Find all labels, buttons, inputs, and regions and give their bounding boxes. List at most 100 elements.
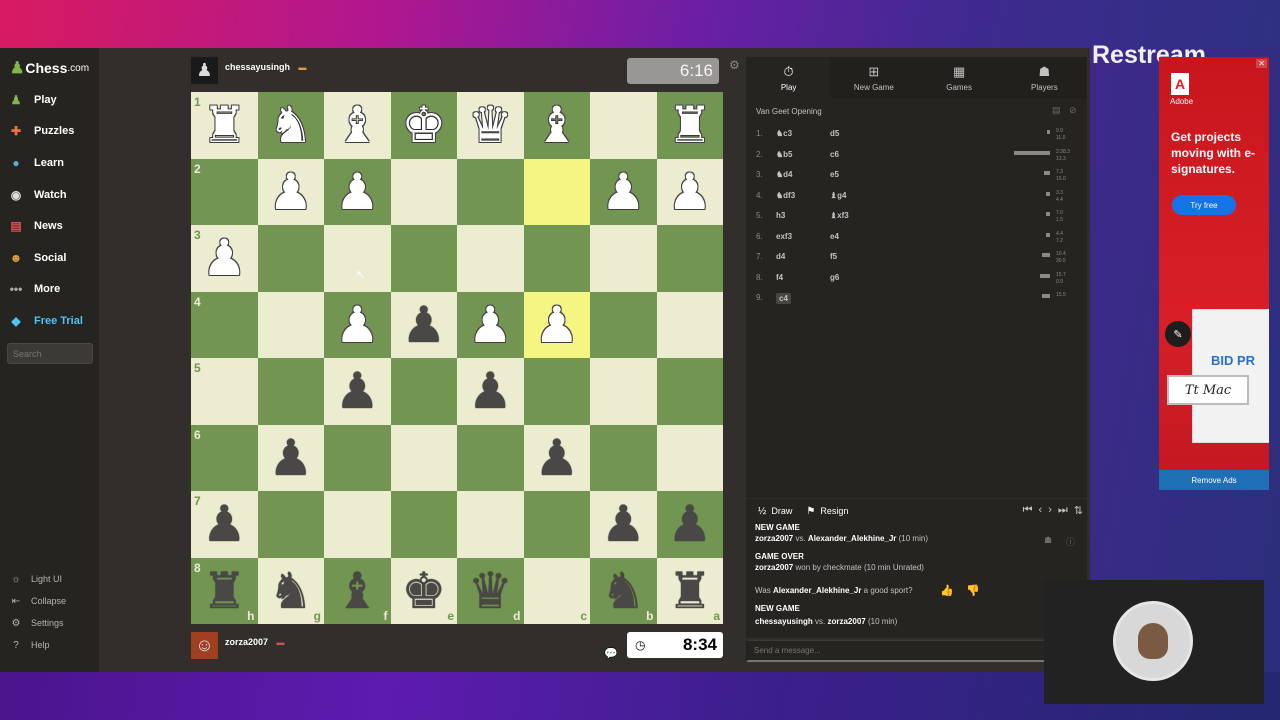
board-square[interactable] [523,358,590,425]
board-square[interactable]: 2 [191,158,258,225]
thumbs-up-icon[interactable]: 👍 [940,584,954,597]
white-pawn-icon[interactable]: ♟ [468,300,513,350]
black-move[interactable]: d5 [830,129,839,138]
board-square[interactable]: ♟ [457,291,524,358]
ad-try-free-button[interactable]: Try free [1172,195,1236,215]
board-square[interactable] [457,158,524,225]
top-player-name[interactable]: chessayusingh [225,62,290,72]
white-move[interactable]: exf3 [776,232,792,241]
black-knight-icon[interactable]: ♞ [268,566,313,616]
white-move[interactable]: ♞b5 [776,150,793,159]
sidebar-item-social[interactable]: ☻ Social [8,249,67,267]
thumbs-down-icon[interactable]: 👎 [966,584,980,597]
black-pawn-icon[interactable]: ♟ [268,433,313,483]
sidebar-item-puzzles[interactable]: ✚ Puzzles [8,122,74,140]
board-square[interactable] [257,225,324,292]
board-square[interactable] [390,491,457,558]
board-square[interactable] [390,358,457,425]
next-move-icon[interactable]: › [1048,504,1052,517]
bottom-player-name[interactable]: zorza2007 [225,637,268,647]
sidebar-item-news[interactable]: ▤ News [8,217,62,235]
board-square[interactable]: e ♚ [390,557,457,624]
chat-bubble-icon[interactable]: 💬 [600,640,618,666]
collapse-button[interactable]: ⇤ Collapse [10,594,66,608]
search-input[interactable] [7,343,93,364]
black-pawn-icon[interactable]: ♟ [667,499,712,549]
advertisement[interactable]: ✕ A Adobe Get projects moving with e-sig… [1159,57,1269,490]
board-square[interactable]: ♟ [324,158,391,225]
board-square[interactable] [590,424,657,491]
black-pawn-icon[interactable]: ♟ [202,499,247,549]
board-square[interactable] [324,424,391,491]
black-move[interactable]: e4 [830,232,839,241]
sidebar-item-watch[interactable]: ◉ Watch [8,186,67,204]
white-pawn-icon[interactable]: ♟ [601,167,646,217]
top-player-avatar[interactable]: ♟ [191,57,218,84]
prev-move-icon[interactable]: ‹ [1039,504,1043,517]
board-square[interactable]: 5 [191,358,258,425]
white-rook-icon[interactable]: ♜ [202,100,247,150]
black-pawn-icon[interactable]: ♟ [468,366,513,416]
black-knight-icon[interactable]: ♞ [601,566,646,616]
board-square[interactable] [390,225,457,292]
sidebar-item-learn[interactable]: ● Learn [8,154,64,172]
board-square[interactable]: 3 ♟ [191,225,258,292]
opening-name[interactable]: Van Geet Opening [756,107,822,116]
black-move[interactable]: g6 [830,273,839,282]
board-square[interactable] [457,491,524,558]
chess-logo[interactable]: ♟ Chess .com [10,58,89,78]
board-square[interactable] [257,491,324,558]
white-move[interactable]: ♞d4 [776,170,793,179]
board-square[interactable] [656,291,723,358]
board-square[interactable]: ♟ [390,291,457,358]
black-bishop-icon[interactable]: ♝ [335,566,380,616]
board-square[interactable] [656,358,723,425]
help-link[interactable]: ? Help [10,638,49,652]
black-rook-icon[interactable]: ♜ [202,566,247,616]
board-square[interactable]: 6 [191,424,258,491]
board-square[interactable]: f ♝ [324,557,391,624]
white-pawn-icon[interactable]: ♟ [335,167,380,217]
black-king-icon[interactable]: ♚ [401,566,446,616]
white-move[interactable]: d4 [776,252,785,261]
board-square[interactable] [324,225,391,292]
white-queen-icon[interactable]: ♛ [468,100,513,150]
board-square[interactable]: ♛ [457,92,524,159]
board-square[interactable] [390,158,457,225]
white-move[interactable]: ♞df3 [776,191,795,200]
black-rook-icon[interactable]: ♜ [667,566,712,616]
board-square[interactable] [590,92,657,159]
white-pawn-icon[interactable]: ♟ [268,167,313,217]
board-square[interactable]: ♝ [324,92,391,159]
board-square[interactable] [656,424,723,491]
board-square[interactable]: ♟ [324,358,391,425]
explorer-icon[interactable]: ⊘ [1069,105,1077,116]
tab-games[interactable]: ▦ Games [917,57,1002,99]
board-square[interactable]: ♟ [257,158,324,225]
black-pawn-icon[interactable]: ♟ [335,366,380,416]
board-square[interactable]: b ♞ [590,557,657,624]
board-square[interactable]: ♟ [523,424,590,491]
board-square[interactable]: ♟ [257,424,324,491]
first-move-icon[interactable]: ⏮ [1023,504,1033,517]
last-move-icon[interactable]: ⏭ [1058,504,1068,517]
white-bishop-icon[interactable]: ♝ [534,100,579,150]
white-move[interactable]: c4 [776,293,791,304]
black-pawn-icon[interactable]: ♟ [401,300,446,350]
chat-message-input[interactable] [746,640,1046,662]
board-square[interactable]: c [523,557,590,624]
white-knight-icon[interactable]: ♞ [268,100,313,150]
black-move[interactable]: e5 [830,170,839,179]
white-king-icon[interactable]: ♚ [401,100,446,150]
board-square[interactable]: 4 [191,291,258,358]
white-pawn-icon[interactable]: ♟ [534,300,579,350]
board-square[interactable]: ♞ [257,92,324,159]
black-move[interactable]: c6 [830,150,839,159]
sidebar-item-more[interactable]: ••• More [8,280,61,298]
board-square[interactable]: 7 ♟ [191,491,258,558]
chess-board[interactable]: 1 ♜ ♞ ♝ ♚ ♛ ♝ ♜ 2 ♟ ♟ ♟ ♟ 3 ♟ 4 ♟ ♟ ♟ ♟ 5 ♟ ♟ 6 ♟ ♟ 7 ♟ ♟ ♟ 8 h ♜ g ♞ f ♝ e ♚ d… [191,92,723,624]
board-square[interactable]: 8 h ♜ [191,557,258,624]
settings-link[interactable]: ⚙ Settings [10,616,64,630]
white-move[interactable]: h3 [776,211,785,220]
board-square[interactable]: ♝ [523,92,590,159]
